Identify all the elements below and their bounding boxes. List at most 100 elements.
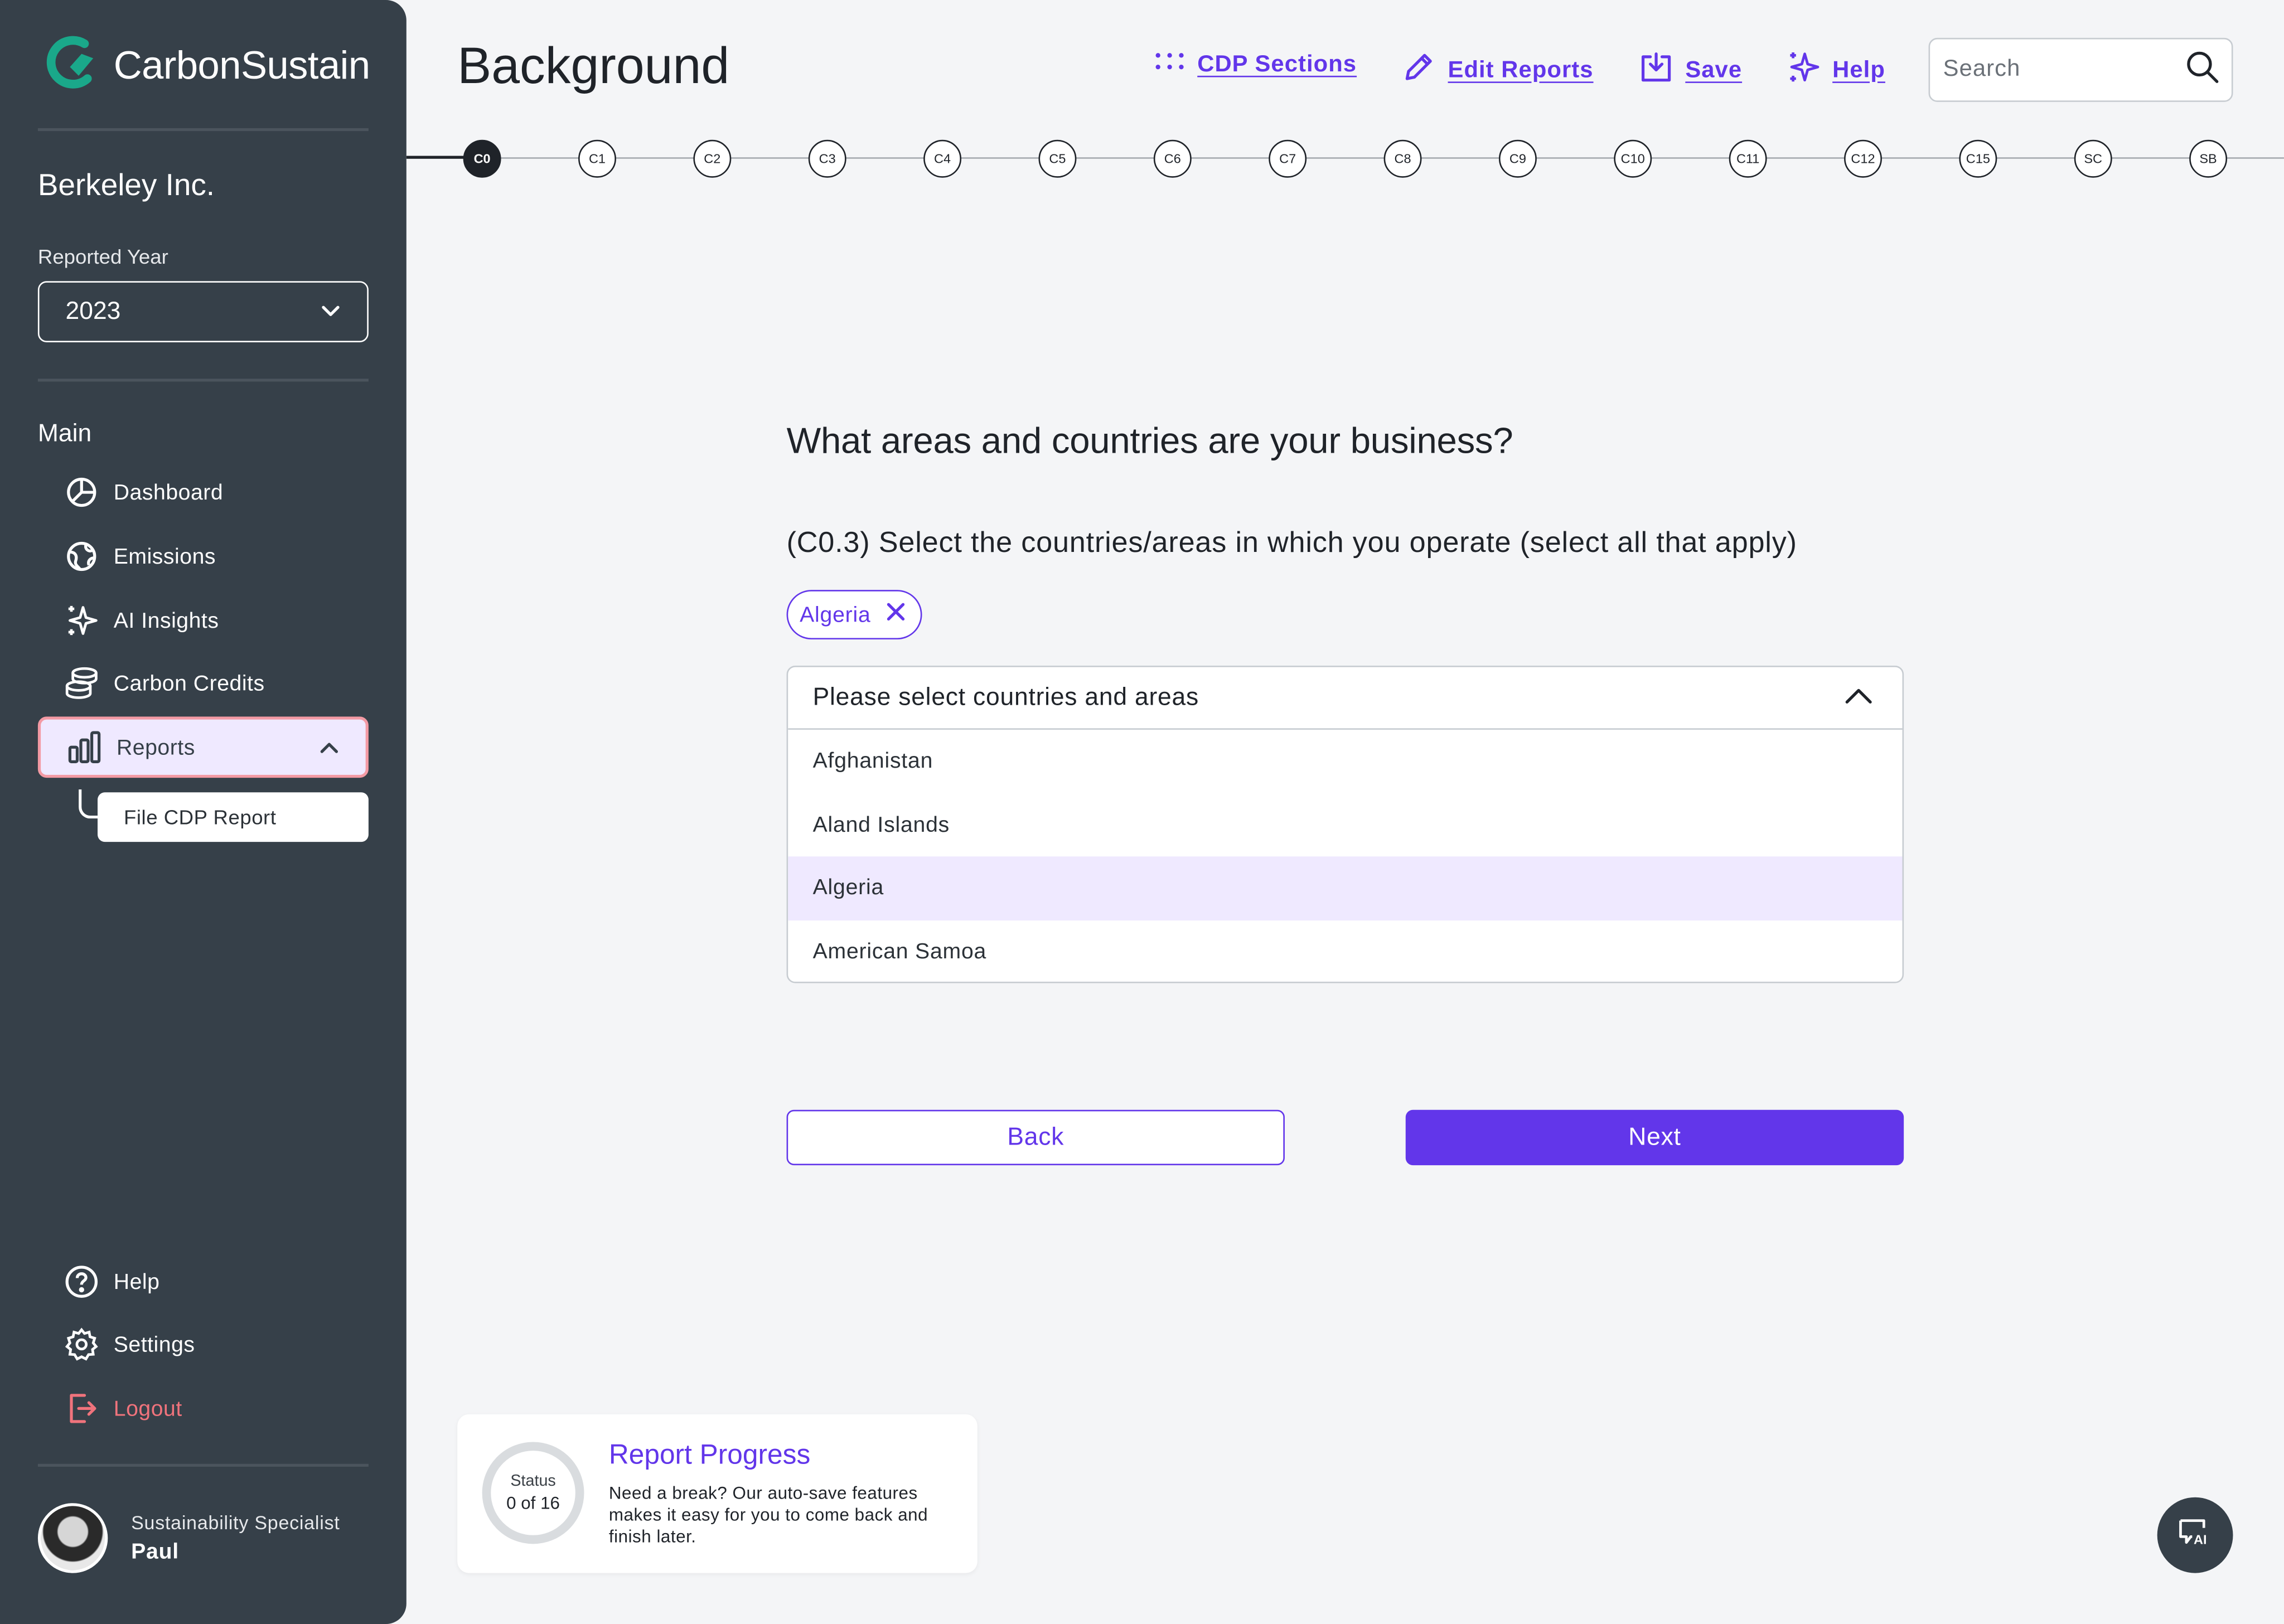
reported-year-value: 2023	[65, 297, 121, 325]
status-label: Status	[510, 1472, 556, 1490]
sidebar-item-dashboard[interactable]: Dashboard	[38, 463, 369, 522]
search-box[interactable]	[1928, 37, 2233, 102]
search-input[interactable]	[1943, 56, 2162, 83]
stepper-step-c8[interactable]: C8	[1383, 139, 1422, 178]
sidebar-item-logout[interactable]: Logout	[38, 1379, 369, 1438]
dropdown-option[interactable]: Afghanistan	[788, 730, 1902, 793]
sidebar-item-emissions[interactable]: Emissions	[38, 527, 369, 586]
sidebar-item-label: Help	[113, 1269, 160, 1295]
svg-text:AI: AI	[2194, 1531, 2206, 1546]
globe-icon	[64, 539, 99, 574]
stepper-step-c6[interactable]: C6	[1153, 139, 1192, 178]
gear-icon	[64, 1327, 99, 1362]
help-label: Help	[1832, 57, 1885, 83]
brand-logo[interactable]: CarbonSustain	[43, 35, 370, 98]
main-section-label: Main	[37, 419, 92, 448]
report-progress-card: Status 0 of 16 Report Progress Need a br…	[457, 1414, 978, 1573]
stepper-step-c7[interactable]: C7	[1269, 139, 1307, 178]
stepper-track	[406, 157, 2284, 159]
page-title: Background	[457, 37, 730, 95]
user-name: Paul	[131, 1539, 180, 1564]
pie-chart-icon	[64, 475, 99, 510]
user-profile[interactable]: Sustainability Specialist Paul	[37, 1503, 340, 1573]
close-icon[interactable]	[885, 602, 906, 628]
sidebar-item-settings[interactable]: Settings	[38, 1315, 369, 1374]
edit-reports-label: Edit Reports	[1448, 57, 1594, 83]
stepper-step-c2[interactable]: C2	[693, 139, 732, 178]
stepper-step-c4[interactable]: C4	[923, 139, 962, 178]
coins-icon	[64, 666, 99, 701]
user-role: Sustainability Specialist	[131, 1511, 340, 1534]
stepper-step-c1[interactable]: C1	[578, 139, 616, 178]
stepper-step-c0[interactable]: C0	[463, 139, 501, 178]
save-link[interactable]: Save	[1639, 50, 1742, 92]
ai-chat-icon: AI	[2176, 1515, 2214, 1555]
sidebar-item-label: Carbon Credits	[113, 671, 265, 696]
stepper-step-c9[interactable]: C9	[1498, 139, 1537, 178]
sidebar-item-label: Dashboard	[113, 479, 224, 505]
sidebar-subitem-label: File CDP Report	[124, 805, 277, 829]
question-icon	[64, 1264, 99, 1300]
logout-icon	[64, 1391, 99, 1426]
save-label: Save	[1685, 57, 1743, 83]
sidebar-item-label: Logout	[113, 1396, 182, 1421]
question-title: What areas and countries are your busine…	[786, 421, 1513, 462]
dropdown-header[interactable]: Please select countries and areas	[788, 667, 1903, 730]
question-subtitle: (C0.3) Select the countries/areas in whi…	[786, 527, 1797, 560]
sidebar-subitem-file-cdp-report[interactable]: File CDP Report	[98, 792, 369, 842]
progress-ring: Status 0 of 16	[482, 1442, 584, 1544]
reported-year-select[interactable]: 2023	[37, 281, 369, 342]
dropdown-option-selected[interactable]: Algeria	[788, 856, 1903, 920]
cdp-sections-label: CDP Sections	[1197, 51, 1357, 77]
stepper-step-c10[interactable]: C10	[1614, 139, 1652, 178]
ai-assistant-button[interactable]: AI	[2157, 1497, 2233, 1573]
edit-reports-link[interactable]: Edit Reports	[1401, 50, 1594, 92]
sparkle-icon	[64, 603, 99, 638]
sidebar-item-help[interactable]: Help	[38, 1253, 369, 1311]
dropdown-placeholder: Please select countries and areas	[812, 683, 1199, 711]
brand-name: CarbonSustain	[113, 43, 370, 88]
grid-dots-icon	[1154, 50, 1185, 80]
chevron-up-icon[interactable]	[319, 735, 340, 760]
chevron-down-icon	[321, 297, 341, 326]
pencil-icon	[1401, 50, 1436, 92]
chip-label: Algeria	[800, 602, 871, 627]
submenu-connector	[79, 789, 99, 819]
help-link[interactable]: Help	[1786, 50, 1885, 92]
back-button[interactable]: Back	[786, 1109, 1285, 1166]
divider	[37, 128, 369, 132]
dropdown-option[interactable]: American Samoa	[788, 920, 1902, 982]
progress-card-title: Report Progress	[608, 1440, 811, 1471]
divider	[37, 1463, 369, 1467]
sidebar-item-label: AI Insights	[113, 608, 219, 633]
stepper-step-sb[interactable]: SB	[2189, 139, 2228, 178]
chevron-up-icon	[1844, 683, 1873, 712]
status-value: 0 of 16	[506, 1492, 560, 1514]
save-download-icon	[1639, 50, 1674, 92]
countries-dropdown[interactable]: Please select countries and areas Afghan…	[786, 665, 1904, 983]
cdp-sections-link[interactable]: CDP Sections	[1154, 50, 1357, 80]
selected-country-chip: Algeria	[786, 590, 922, 639]
stepper-step-c12[interactable]: C12	[1844, 139, 1882, 178]
sidebar-item-ai-insights[interactable]: AI Insights	[38, 592, 369, 650]
sidebar-item-reports[interactable]: Reports	[37, 716, 369, 778]
sidebar: CarbonSustain Berkeley Inc. Reported Yea…	[0, 0, 407, 1624]
company-name: Berkeley Inc.	[37, 169, 215, 203]
stepper-step-c3[interactable]: C3	[808, 139, 846, 178]
stepper-step-c15[interactable]: C15	[1959, 139, 1997, 178]
next-button[interactable]: Next	[1405, 1109, 1904, 1166]
divider	[37, 379, 369, 382]
dropdown-option[interactable]: Aland Islands	[788, 793, 1902, 857]
search-icon[interactable]	[2185, 49, 2220, 91]
stepper-step-c5[interactable]: C5	[1038, 139, 1077, 178]
reported-year-label: Reported Year	[37, 244, 168, 268]
sidebar-item-label: Settings	[113, 1332, 195, 1357]
stepper-step-c11[interactable]: C11	[1729, 139, 1767, 178]
stepper-step-sc[interactable]: SC	[2074, 139, 2112, 178]
sparkle-icon	[1786, 50, 1821, 92]
sidebar-item-label: Reports	[116, 735, 195, 760]
sidebar-item-carbon-credits[interactable]: Carbon Credits	[38, 654, 369, 712]
bar-chart-icon	[67, 730, 102, 765]
stepper-progress	[406, 156, 465, 159]
progress-card-text: Need a break? Our auto-save features mak…	[608, 1482, 928, 1547]
